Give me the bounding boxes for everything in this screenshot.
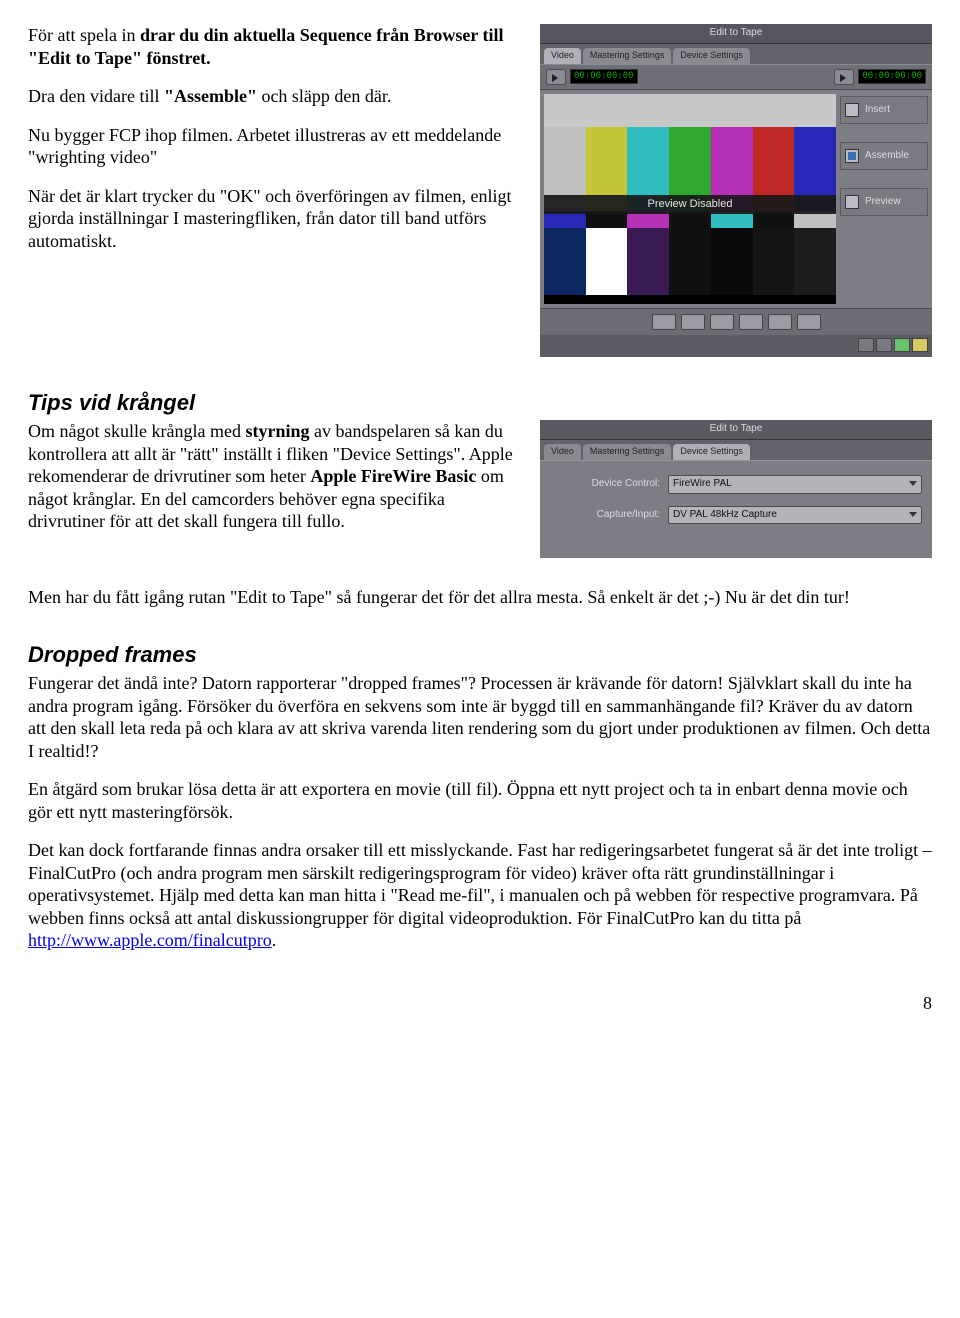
status-cell-icon (858, 338, 874, 352)
tab-mastering-settings[interactable]: Mastering Settings (583, 48, 672, 64)
device-control-label: Device Control: (550, 478, 668, 491)
rewind-button[interactable] (652, 314, 676, 330)
step-back-button[interactable] (681, 314, 705, 330)
dropped-frames-p3: Det kan dock fortfarande finnas andra or… (28, 839, 932, 952)
status-cell-yellow-icon (912, 338, 928, 352)
dropped-frames-p2: En åtgärd som brukar lösa detta är att e… (28, 778, 932, 823)
step-forward-button[interactable] (768, 314, 792, 330)
window-title: Edit to Tape (540, 24, 932, 44)
transport-controls (540, 308, 932, 335)
timecode-right: 00:00:00:00 (858, 69, 926, 84)
window-title: Edit to Tape (540, 420, 932, 440)
insert-button[interactable]: Insert (840, 96, 928, 124)
capture-input-select[interactable]: DV PAL 48kHz Capture (668, 506, 922, 525)
preview-disabled-banner: Preview Disabled (544, 195, 836, 215)
paragraph-4: När det är klart trycker du "OK" och öve… (28, 185, 520, 253)
status-cell-green-icon (894, 338, 910, 352)
tab-video[interactable]: Video (544, 444, 581, 460)
tab-device-settings[interactable]: Device Settings (673, 48, 750, 64)
tips-paragraph-2: Men har du fått igång rutan "Edit to Tap… (28, 586, 932, 609)
play-button[interactable] (739, 314, 763, 330)
tips-heading: Tips vid krångel (28, 389, 932, 417)
paragraph-2: Dra den vidare till "Assemble" och släpp… (28, 85, 520, 108)
tab-device-settings[interactable]: Device Settings (673, 444, 750, 460)
status-bar (540, 335, 932, 357)
dropped-frames-p1: Fungerar det ändå inte? Datorn rapporter… (28, 672, 932, 762)
loop-icon[interactable] (834, 69, 854, 85)
play-icon[interactable] (546, 69, 566, 85)
stop-button[interactable] (710, 314, 734, 330)
preview-button[interactable]: Preview (840, 188, 928, 216)
preview-checkbox-icon (845, 195, 859, 209)
status-cell-icon (876, 338, 892, 352)
capture-input-label: Capture/Input: (550, 509, 668, 522)
dropped-frames-heading: Dropped frames (28, 641, 932, 669)
insert-checkbox-icon (845, 103, 859, 117)
page-number: 8 (28, 992, 932, 1015)
timecode-left: 00:00:00:00 (570, 69, 638, 84)
tab-video[interactable]: Video (544, 48, 581, 64)
tab-mastering-settings[interactable]: Mastering Settings (583, 444, 672, 460)
paragraph-1: För att spela in drar du din aktuella Se… (28, 24, 520, 69)
device-control-select[interactable]: FireWire PAL (668, 475, 922, 494)
paragraph-3: Nu bygger FCP ihop filmen. Arbetet illus… (28, 124, 520, 169)
assemble-checkbox-icon (845, 149, 859, 163)
fast-forward-button[interactable] (797, 314, 821, 330)
apple-fcp-link[interactable]: http://www.apple.com/finalcutpro (28, 930, 272, 950)
edit-to-tape-window: Edit to Tape Video Mastering Settings De… (540, 24, 932, 357)
assemble-button[interactable]: Assemble (840, 142, 928, 170)
preview-area: Preview Disabled (544, 94, 836, 304)
tips-paragraph: Om något skulle krångla med styrning av … (28, 420, 520, 533)
device-settings-window: Edit to Tape Video Mastering Settings De… (540, 420, 932, 558)
